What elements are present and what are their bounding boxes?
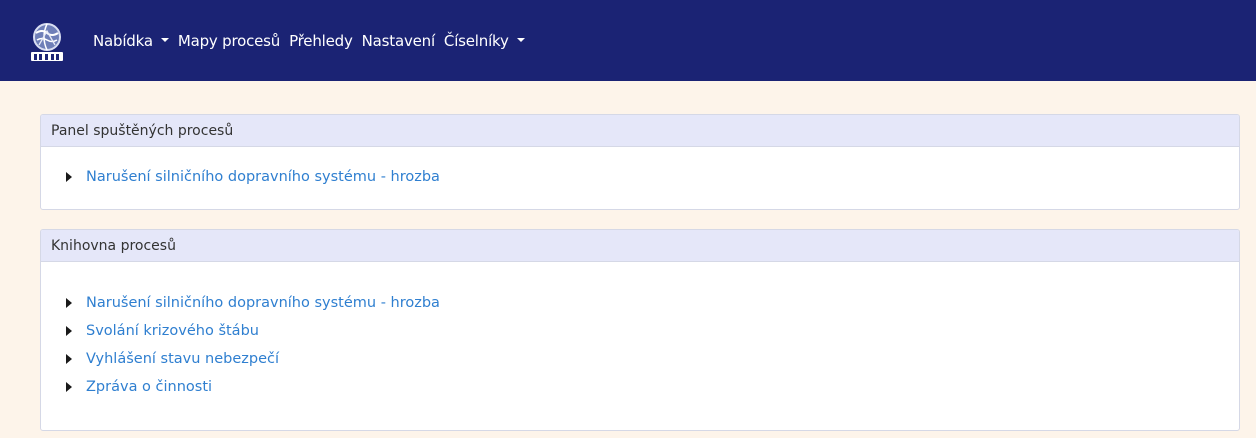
panel-title: Knihovna procesů	[41, 230, 1239, 262]
library-process-item[interactable]: Zpráva o činnosti	[66, 373, 1239, 401]
process-link[interactable]: Narušení silničního dopravního systému -…	[86, 295, 440, 311]
panel-title: Panel spuštěných procesů	[41, 115, 1239, 147]
nav-item-label: Číselníky	[443, 31, 509, 50]
chevron-down-icon	[516, 37, 525, 42]
nav-item-prehledy[interactable]: Přehledy	[289, 32, 353, 50]
globe-logo-icon[interactable]	[24, 18, 70, 64]
caret-right-icon	[66, 298, 72, 308]
process-library-panel: Knihovna procesů Narušení silničního dop…	[40, 229, 1240, 431]
process-link[interactable]: Narušení silničního dopravního systému -…	[86, 169, 440, 185]
nav-menu: Nabídka Mapy procesů Přehledy Nastavení …	[93, 32, 534, 50]
nav-item-mapy-procesu[interactable]: Mapy procesů	[178, 32, 280, 50]
library-process-item[interactable]: Narušení silničního dopravního systému -…	[66, 289, 1239, 317]
library-process-item[interactable]: Svolání krizového štábu	[66, 317, 1239, 345]
process-link[interactable]: Vyhlášení stavu nebezpečí	[86, 351, 279, 367]
library-process-item[interactable]: Vyhlášení stavu nebezpečí	[66, 345, 1239, 373]
running-processes-list: Narušení silničního dopravního systému -…	[41, 147, 1239, 209]
main-content: Panel spuštěných procesů Narušení silnič…	[0, 81, 1256, 431]
top-navbar: Nabídka Mapy procesů Přehledy Nastavení …	[0, 0, 1256, 81]
nav-item-nastaveni[interactable]: Nastavení	[362, 32, 435, 50]
nav-item-nabidka[interactable]: Nabídka	[93, 32, 169, 50]
nav-item-label: Přehledy	[289, 31, 353, 50]
nav-item-label: Nastavení	[361, 31, 435, 50]
nav-item-label: Mapy procesů	[177, 31, 281, 50]
running-process-item[interactable]: Narušení silničního dopravního systému -…	[66, 163, 1239, 191]
caret-right-icon	[66, 382, 72, 392]
process-library-list: Narušení silničního dopravního systému -…	[41, 262, 1239, 430]
process-link[interactable]: Svolání krizového štábu	[86, 323, 259, 339]
running-processes-panel: Panel spuštěných procesů Narušení silnič…	[40, 114, 1240, 210]
nav-item-ciselniky[interactable]: Číselníky	[444, 32, 525, 50]
chevron-down-icon	[160, 37, 169, 42]
process-link[interactable]: Zpráva o činnosti	[86, 379, 212, 395]
caret-right-icon	[66, 354, 72, 364]
caret-right-icon	[66, 172, 72, 182]
nav-item-label: Nabídka	[93, 31, 153, 50]
caret-right-icon	[66, 326, 72, 336]
